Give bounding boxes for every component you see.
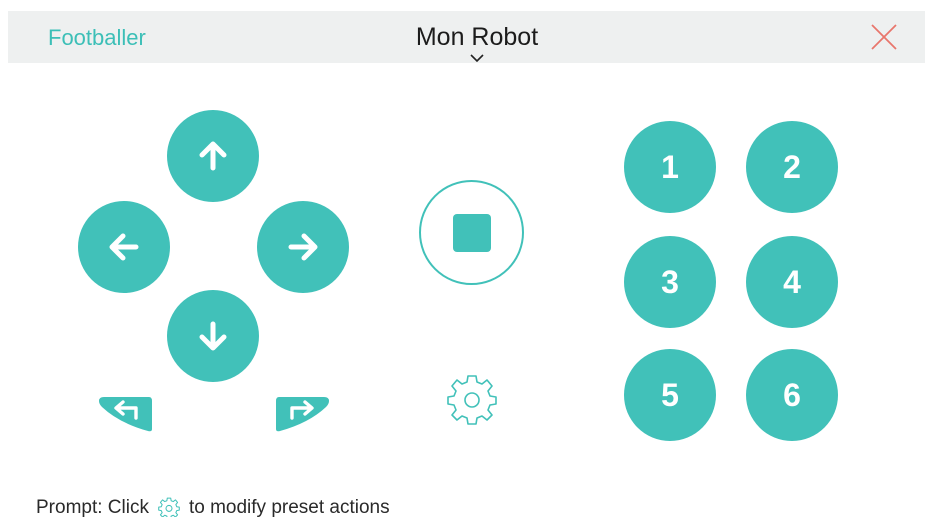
move-backward-button[interactable]	[167, 290, 259, 382]
robot-selector[interactable]: Mon Robot	[412, 22, 542, 62]
preset-label: 2	[783, 148, 801, 185]
turn-left-button[interactable]	[97, 395, 153, 433]
preset-button-2[interactable]: 2	[746, 121, 838, 213]
turn-right-button[interactable]	[275, 395, 331, 433]
preset-label: 1	[661, 148, 679, 185]
preset-button-6[interactable]: 6	[746, 349, 838, 441]
chevron-down-icon	[470, 54, 484, 62]
gear-icon	[158, 497, 180, 517]
stop-icon	[452, 213, 491, 252]
preset-button-5[interactable]: 5	[624, 349, 716, 441]
move-forward-button[interactable]	[167, 110, 259, 202]
preset-label: 5	[661, 376, 679, 413]
move-left-button[interactable]	[78, 201, 170, 293]
arrow-down-icon	[199, 321, 227, 351]
preset-button-4[interactable]: 4	[746, 236, 838, 328]
close-icon[interactable]	[870, 23, 898, 51]
move-right-button[interactable]	[257, 201, 349, 293]
top-bar: Footballer Mon Robot	[8, 11, 925, 63]
preset-button-1[interactable]: 1	[624, 121, 716, 213]
prompt-text: Prompt: Click to modify preset actions	[36, 496, 390, 517]
gear-icon	[447, 375, 497, 425]
mode-footballer-link[interactable]: Footballer	[48, 25, 146, 51]
preset-label: 4	[783, 263, 801, 300]
stop-button[interactable]	[419, 180, 524, 285]
prompt-prefix: Prompt: Click	[36, 497, 149, 517]
preset-label: 3	[661, 263, 679, 300]
arrow-left-icon	[109, 233, 139, 261]
settings-gear-button[interactable]	[444, 371, 500, 427]
preset-button-3[interactable]: 3	[624, 236, 716, 328]
prompt-suffix: to modify preset actions	[188, 497, 390, 517]
preset-label: 6	[783, 376, 801, 413]
arrow-up-icon	[199, 141, 227, 171]
arrow-right-icon	[288, 233, 318, 261]
robot-name: Mon Robot	[415, 23, 539, 51]
